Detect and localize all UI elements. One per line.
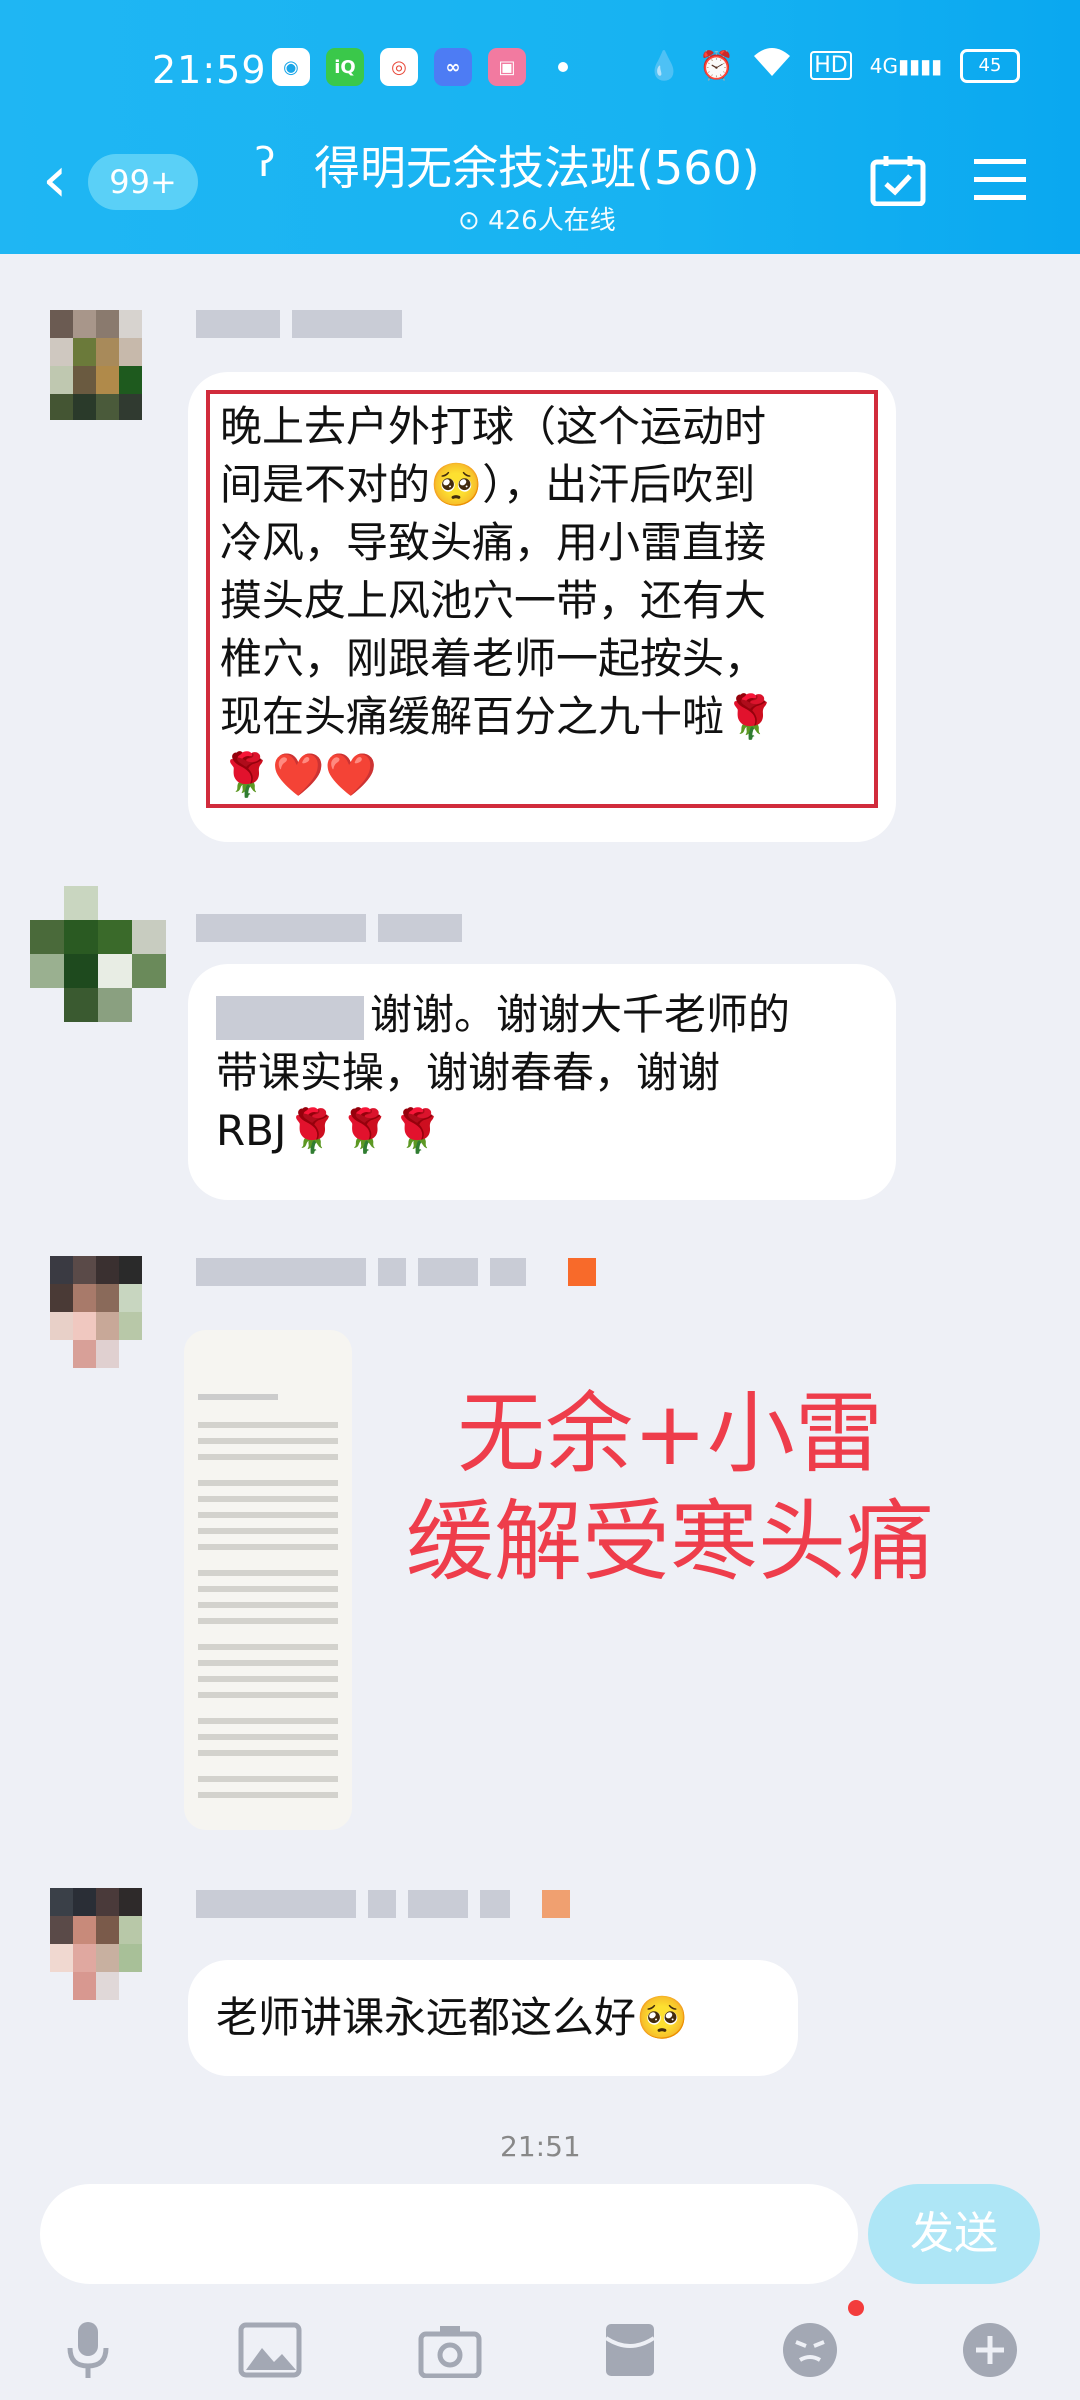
avatar[interactable]	[50, 1256, 142, 1368]
alarm-icon: ⏰	[699, 49, 735, 82]
ear-icon[interactable]: ʔ	[255, 140, 275, 186]
level-badge	[568, 1258, 596, 1286]
mention-blurred[interactable]	[216, 995, 364, 1040]
online-count[interactable]: ⊙ 426人在线	[458, 200, 616, 237]
send-button[interactable]: 发送	[868, 2184, 1040, 2284]
message-line: 椎穴，刚跟着老师一起按头，	[220, 634, 767, 683]
network-label: 4G	[869, 53, 898, 78]
camera-icon[interactable]	[418, 2318, 482, 2382]
group-title[interactable]: 得明无余技法班(560)	[314, 132, 760, 198]
signal-icon: 4G▮▮▮▮	[869, 53, 942, 78]
notification-dot	[848, 2300, 864, 2316]
online-text: 426人在线	[488, 206, 616, 236]
avatar[interactable]	[50, 310, 142, 420]
more-dot-icon	[558, 62, 568, 72]
message-line: 间是不对的🥺），出汗后吹到	[220, 460, 756, 509]
sender-name-blurred	[196, 310, 402, 342]
message-line: 晚上去户外打球（这个运动时	[220, 402, 767, 451]
message-line: 现在头痛缓解百分之九十啦🌹	[220, 692, 777, 741]
red-annotation: 无余+小雷 缓解受寒头痛	[390, 1380, 950, 1596]
message-line: 冷风，导致头痛，用小雷直接	[220, 518, 767, 567]
drop-icon: 💧	[646, 49, 682, 82]
image-message[interactable]	[184, 1330, 352, 1830]
battery-icon: 45	[960, 48, 1020, 83]
iqiyi-icon: iQ	[326, 48, 364, 86]
message-bubble[interactable]: 晚上去户外打球（这个运动时 间是不对的🥺），出汗后吹到 冷风，导致头痛，用小雷直…	[188, 372, 896, 842]
message-line: 老师讲课永远都这么好🥺	[216, 1993, 689, 2042]
message-text: 谢谢。谢谢大千老师的	[370, 990, 791, 1039]
image-icon[interactable]	[238, 2318, 302, 2382]
battery-level: 45	[978, 55, 1002, 76]
back-icon[interactable]: ‹	[42, 148, 82, 212]
system-status: 💧 ⏰ HD 4G▮▮▮▮ 45	[646, 46, 1020, 85]
annotation-line-2: 缓解受寒头痛	[405, 1490, 934, 1593]
emoji-icon[interactable]	[778, 2318, 842, 2382]
message-line: 带课实操，谢谢春春，谢谢	[216, 1048, 721, 1097]
infinity-icon: ∞	[434, 48, 472, 86]
avatar[interactable]	[30, 886, 166, 1026]
hd-icon: HD	[810, 51, 852, 80]
sender-name-blurred	[196, 1890, 570, 1922]
highlight-box: 晚上去户外打球（这个运动时 间是不对的🥺），出汗后吹到 冷风，导致头痛，用小雷直…	[206, 390, 878, 808]
message-line: 🌹❤️❤️	[220, 750, 377, 799]
message-bubble[interactable]: 谢谢。谢谢大千老师的 带课实操，谢谢春春，谢谢 RBJ🌹🌹🌹	[188, 964, 896, 1200]
plus-icon[interactable]	[958, 2318, 1022, 2382]
input-toolbar	[0, 2300, 1080, 2400]
notification-icons: ◉ iQ ◎ ∞ ▣	[272, 48, 568, 86]
sender-name-blurred	[196, 1258, 596, 1290]
calendar-check-icon[interactable]	[868, 150, 928, 210]
unread-badge[interactable]: 99+	[88, 154, 198, 210]
message-bubble[interactable]: 老师讲课永远都这么好🥺	[188, 1960, 798, 2076]
wifi-icon	[752, 46, 792, 85]
message-line: 摸头皮上风池穴一带，还有大	[220, 576, 767, 625]
message-input[interactable]	[40, 2184, 858, 2284]
message-line: 谢谢。谢谢大千老师的	[216, 986, 868, 1044]
status-bar: 21:59 ◉ iQ ◎ ∞ ▣ 💧 ⏰ HD 4G▮▮▮▮ 45	[0, 0, 1080, 140]
avatar[interactable]	[50, 1888, 142, 2000]
status-time: 21:59	[152, 48, 267, 92]
sender-name-blurred	[196, 914, 462, 946]
message-line: RBJ🌹🌹🌹	[216, 1106, 444, 1155]
annotation-line-1: 无余+小雷	[457, 1382, 883, 1485]
header-bar: 21:59 ◉ iQ ◎ ∞ ▣ 💧 ⏰ HD 4G▮▮▮▮ 45 ‹ 99+ …	[0, 0, 1080, 254]
red-packet-icon[interactable]	[598, 2318, 662, 2382]
bilibili-icon: ▣	[488, 48, 526, 86]
time-divider: 21:51	[500, 2130, 581, 2163]
bubble-icon: ◉	[272, 48, 310, 86]
level-badge	[542, 1890, 570, 1918]
menu-icon[interactable]	[970, 150, 1030, 210]
microphone-icon[interactable]	[56, 2318, 120, 2382]
browser-icon: ◎	[380, 48, 418, 86]
